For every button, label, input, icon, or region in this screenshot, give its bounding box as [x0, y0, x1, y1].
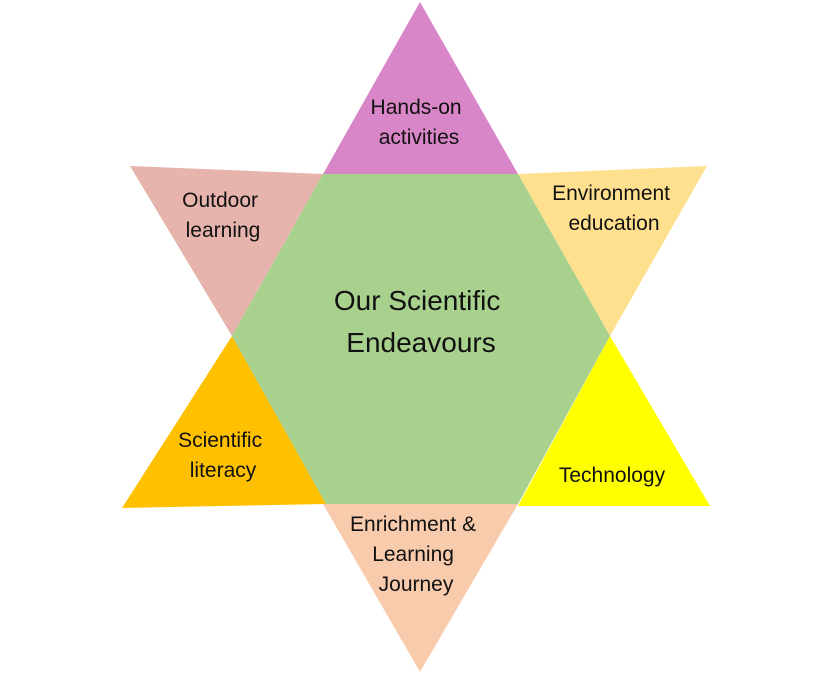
center-title-line2: Endeavours — [346, 327, 495, 358]
technology-label: Technology — [559, 464, 666, 487]
star-diagram: Our Scientific Endeavours Hands-on activ… — [122, 2, 710, 672]
center-title-line1: Our Scientific — [334, 285, 501, 316]
